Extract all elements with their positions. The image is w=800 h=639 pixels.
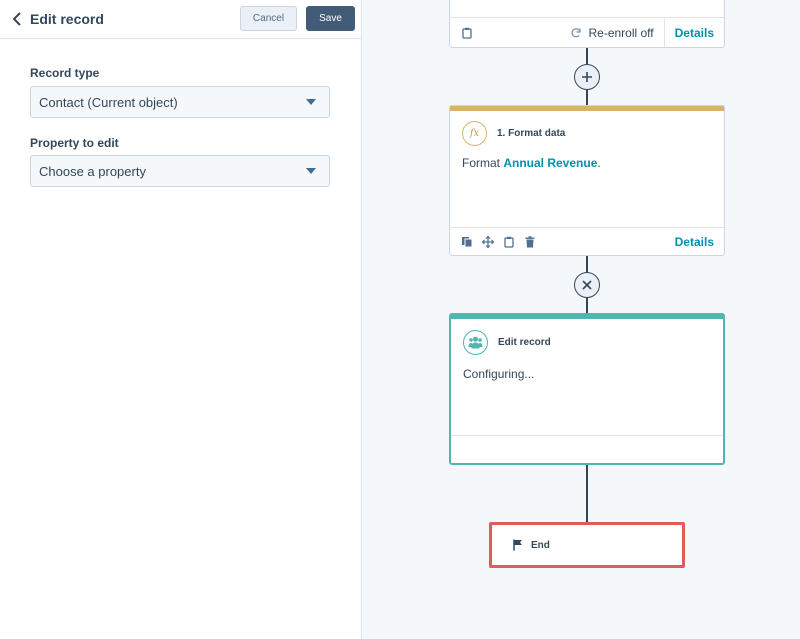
caret-down-icon (306, 168, 316, 174)
copy-icon[interactable] (460, 235, 474, 249)
record-type-label: Record type (30, 66, 100, 80)
card-footer: Details (450, 227, 724, 255)
record-type-select[interactable]: Contact (Current object) (30, 86, 330, 118)
card-status: Configuring... (463, 367, 535, 381)
save-button[interactable]: Save (306, 6, 355, 31)
property-select[interactable]: Choose a property (30, 155, 330, 187)
connector-line (586, 90, 588, 106)
card-footer: Re-enroll off Details (450, 17, 724, 47)
reenroll-label: Re-enroll off (588, 25, 654, 40)
fx-icon: fx (462, 121, 487, 146)
plus-icon (582, 72, 592, 82)
panel-header: Edit record Cancel Save (0, 0, 361, 39)
connector-line (586, 256, 588, 273)
clipboard-icon[interactable] (460, 26, 474, 40)
end-node[interactable]: End (489, 522, 685, 568)
remove-action-button[interactable] (574, 272, 600, 298)
chevron-left-icon[interactable] (8, 10, 26, 28)
card-header: fx 1. Format data (450, 111, 724, 146)
card-title: Edit record (498, 337, 551, 348)
details-link[interactable]: Details (675, 26, 714, 40)
trash-icon[interactable] (523, 235, 537, 249)
description-text: . (597, 156, 601, 170)
edit-record-card[interactable]: Edit record Configuring... (449, 313, 725, 465)
close-icon (582, 280, 592, 290)
move-icon[interactable] (481, 235, 495, 249)
end-label: End (531, 539, 550, 551)
connector-line (586, 465, 588, 523)
caret-down-icon (306, 99, 316, 105)
contacts-icon (463, 330, 488, 355)
details-link[interactable]: Details (675, 235, 714, 249)
property-value: Choose a property (39, 163, 146, 179)
enrollment-card[interactable]: Re-enroll off Details (449, 0, 725, 48)
connector-line (586, 48, 588, 64)
connector-line (586, 298, 588, 314)
record-type-value: Contact (Current object) (39, 94, 178, 110)
clipboard-icon[interactable] (502, 235, 516, 249)
edit-record-panel: Edit record Cancel Save Record type Cont… (0, 0, 362, 639)
divider (663, 18, 665, 47)
card-header: Edit record (451, 319, 723, 355)
add-action-button[interactable] (574, 64, 600, 90)
card-description: Format Annual Revenue. (450, 146, 724, 170)
property-link[interactable]: Annual Revenue (503, 156, 597, 170)
format-data-card[interactable]: fx 1. Format data Format Annual Revenue.… (449, 105, 725, 256)
panel-title: Edit record (30, 11, 104, 27)
cancel-button[interactable]: Cancel (240, 6, 297, 31)
refresh-icon (570, 27, 582, 39)
flag-icon (513, 539, 523, 551)
card-footer (451, 435, 723, 463)
property-to-edit-label: Property to edit (30, 136, 119, 150)
reenroll-status: Re-enroll off (570, 25, 654, 40)
description-text: Format (462, 156, 504, 170)
card-title: 1. Format data (497, 128, 566, 139)
